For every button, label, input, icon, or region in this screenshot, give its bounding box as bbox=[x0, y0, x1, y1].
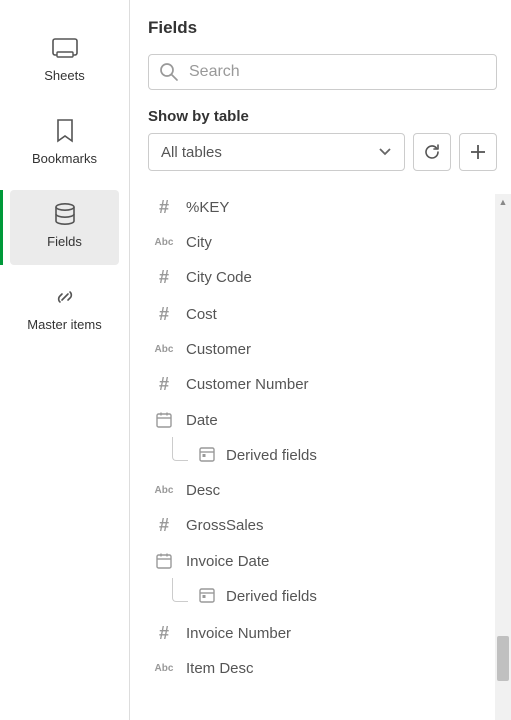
field-row[interactable]: Abc Item Desc bbox=[148, 652, 497, 685]
search-box[interactable] bbox=[148, 54, 497, 90]
field-name: Invoice Date bbox=[186, 553, 269, 570]
field-name: %KEY bbox=[186, 199, 229, 216]
derived-fields-row[interactable]: Derived fields bbox=[148, 578, 497, 615]
text-type-icon: Abc bbox=[152, 344, 176, 355]
field-list[interactable]: # %KEY Abc City # City Code # Cost Abc Customer # C… bbox=[148, 189, 497, 720]
date-type-icon bbox=[152, 411, 176, 429]
tree-connector bbox=[172, 578, 188, 602]
field-row[interactable]: # GrossSales bbox=[148, 507, 497, 544]
nav-sidebar: Sheets Bookmarks Fields Master items bbox=[0, 0, 130, 720]
derived-label: Derived fields bbox=[226, 588, 317, 605]
database-icon bbox=[51, 202, 79, 226]
field-row[interactable]: # Cost bbox=[148, 296, 497, 333]
field-row[interactable]: # City Code bbox=[148, 259, 497, 296]
field-name: Cost bbox=[186, 306, 217, 323]
sidebar-label: Master items bbox=[27, 317, 101, 332]
search-icon bbox=[159, 62, 179, 82]
controls-row: All tables bbox=[148, 133, 497, 171]
scrollbar-thumb[interactable] bbox=[497, 636, 509, 681]
field-row[interactable]: Invoice Date bbox=[148, 544, 497, 578]
field-row[interactable]: Date bbox=[148, 403, 497, 437]
search-input[interactable] bbox=[189, 63, 486, 81]
derived-label: Derived fields bbox=[226, 447, 317, 464]
derived-icon bbox=[198, 586, 216, 607]
sidebar-label: Sheets bbox=[44, 68, 84, 83]
text-type-icon: Abc bbox=[152, 485, 176, 496]
show-by-table-label: Show by table bbox=[148, 108, 497, 125]
field-name: Date bbox=[186, 412, 218, 429]
sidebar-label: Fields bbox=[47, 234, 82, 249]
refresh-icon bbox=[422, 142, 442, 162]
sidebar-item-master-items[interactable]: Master items bbox=[10, 273, 119, 348]
add-button[interactable] bbox=[459, 133, 497, 171]
sidebar-label: Bookmarks bbox=[32, 151, 97, 166]
table-select[interactable]: All tables bbox=[148, 133, 405, 171]
derived-fields-row[interactable]: Derived fields bbox=[148, 437, 497, 474]
text-type-icon: Abc bbox=[152, 663, 176, 674]
numeric-type-icon: # bbox=[152, 304, 176, 325]
text-type-icon: Abc bbox=[152, 237, 176, 248]
numeric-type-icon: # bbox=[152, 623, 176, 644]
refresh-button[interactable] bbox=[413, 133, 451, 171]
field-name: City Code bbox=[186, 269, 252, 286]
table-select-value: All tables bbox=[161, 144, 222, 161]
field-name: Invoice Number bbox=[186, 625, 291, 642]
tree-connector bbox=[172, 437, 188, 461]
field-name: GrossSales bbox=[186, 517, 264, 534]
scrollbar[interactable]: ▲ bbox=[495, 194, 511, 720]
field-row[interactable]: # %KEY bbox=[148, 189, 497, 226]
numeric-type-icon: # bbox=[152, 267, 176, 288]
sidebar-item-fields[interactable]: Fields bbox=[10, 190, 119, 265]
field-row[interactable]: Abc Customer bbox=[148, 333, 497, 366]
date-type-icon bbox=[152, 552, 176, 570]
numeric-type-icon: # bbox=[152, 374, 176, 395]
field-row[interactable]: Abc City bbox=[148, 226, 497, 259]
field-name: Desc bbox=[186, 482, 220, 499]
sidebar-item-sheets[interactable]: Sheets bbox=[10, 24, 119, 99]
numeric-type-icon: # bbox=[152, 197, 176, 218]
scroll-up-arrow[interactable]: ▲ bbox=[495, 194, 511, 210]
derived-icon bbox=[198, 445, 216, 466]
field-name: City bbox=[186, 234, 212, 251]
fields-panel: Fields Show by table All tables # %KEY Abc… bbox=[130, 0, 511, 720]
field-name: Customer bbox=[186, 341, 251, 358]
chevron-down-icon bbox=[378, 145, 392, 159]
field-name: Item Desc bbox=[186, 660, 254, 677]
panel-title: Fields bbox=[148, 18, 497, 38]
numeric-type-icon: # bbox=[152, 515, 176, 536]
field-row[interactable]: Abc Desc bbox=[148, 474, 497, 507]
field-row[interactable]: # Invoice Number bbox=[148, 615, 497, 652]
sheets-icon bbox=[51, 36, 79, 60]
field-row[interactable]: # Customer Number bbox=[148, 366, 497, 403]
plus-icon bbox=[469, 143, 487, 161]
bookmark-icon bbox=[51, 119, 79, 143]
link-icon bbox=[51, 285, 79, 309]
field-name: Customer Number bbox=[186, 376, 309, 393]
sidebar-item-bookmarks[interactable]: Bookmarks bbox=[10, 107, 119, 182]
